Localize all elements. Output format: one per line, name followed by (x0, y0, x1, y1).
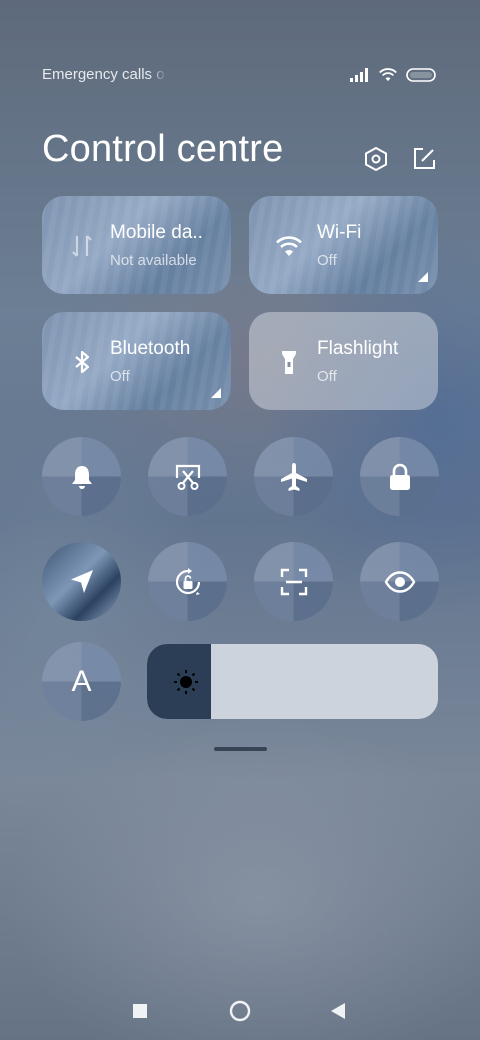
navigation-bar (0, 990, 480, 1032)
home-circle-icon (229, 1000, 251, 1022)
tile-bluetooth[interactable]: Bluetooth Off (42, 312, 231, 410)
status-icons (350, 68, 436, 82)
corner-expand-icon (418, 272, 428, 282)
battery-icon (406, 68, 436, 82)
mobile-data-icon (72, 235, 92, 257)
tile-status: Off (317, 368, 337, 385)
status-bar: Emergency calls o (42, 66, 436, 86)
tile-label: Wi-Fi (317, 222, 362, 243)
tile-status: Off (317, 252, 337, 269)
back-button[interactable] (317, 990, 359, 1032)
corner-expand-icon (211, 388, 221, 398)
rotation-lock-icon (175, 567, 200, 595)
recents-button[interactable] (119, 990, 161, 1032)
edit-icon[interactable] (411, 146, 437, 172)
bluetooth-icon (75, 350, 90, 374)
lock-icon (389, 463, 410, 490)
tile-wifi[interactable]: Wi-Fi Off (249, 196, 438, 294)
page-title: Control centre (42, 128, 284, 170)
carrier-text: Emergency calls o (42, 66, 165, 83)
tile-label: Bluetooth (110, 338, 191, 359)
location-arrow-icon (70, 569, 93, 593)
toggle-airplane[interactable] (254, 437, 333, 516)
toggle-screenshot[interactable] (148, 437, 227, 516)
signal-icon (350, 68, 368, 82)
font-a-icon: A (71, 664, 92, 698)
scissors-screenshot-icon (175, 464, 200, 490)
wifi-icon (276, 236, 302, 256)
back-triangle-icon (331, 1003, 345, 1019)
brightness-slider[interactable] (147, 644, 438, 719)
toggle-lock-screen[interactable] (360, 437, 439, 516)
scan-icon (280, 568, 307, 595)
toggle-sound[interactable] (42, 437, 121, 516)
toggle-scanner[interactable] (254, 542, 333, 621)
hexagon-settings-icon[interactable] (363, 146, 389, 172)
sun-icon (174, 670, 198, 694)
toggle-location[interactable] (42, 542, 121, 621)
flashlight-icon (282, 351, 296, 374)
airplane-icon (280, 462, 307, 491)
toggle-reading-mode[interactable] (360, 542, 439, 621)
eye-icon (384, 570, 415, 593)
tile-label: Mobile da.. (110, 222, 203, 243)
toggle-rotation[interactable] (148, 542, 227, 621)
home-button[interactable] (219, 990, 261, 1032)
tile-status: Not available (110, 252, 197, 269)
toggle-auto-brightness[interactable]: A (42, 642, 121, 721)
tile-mobile-data[interactable]: Mobile da.. Not available (42, 196, 231, 294)
collapse-handle[interactable] (214, 747, 267, 751)
bell-icon (71, 465, 92, 489)
tile-label: Flashlight (317, 338, 399, 359)
tile-flashlight[interactable]: Flashlight Off (249, 312, 438, 410)
recents-square-icon (133, 1004, 147, 1018)
wifi-icon (379, 68, 397, 82)
tile-status: Off (110, 368, 130, 385)
